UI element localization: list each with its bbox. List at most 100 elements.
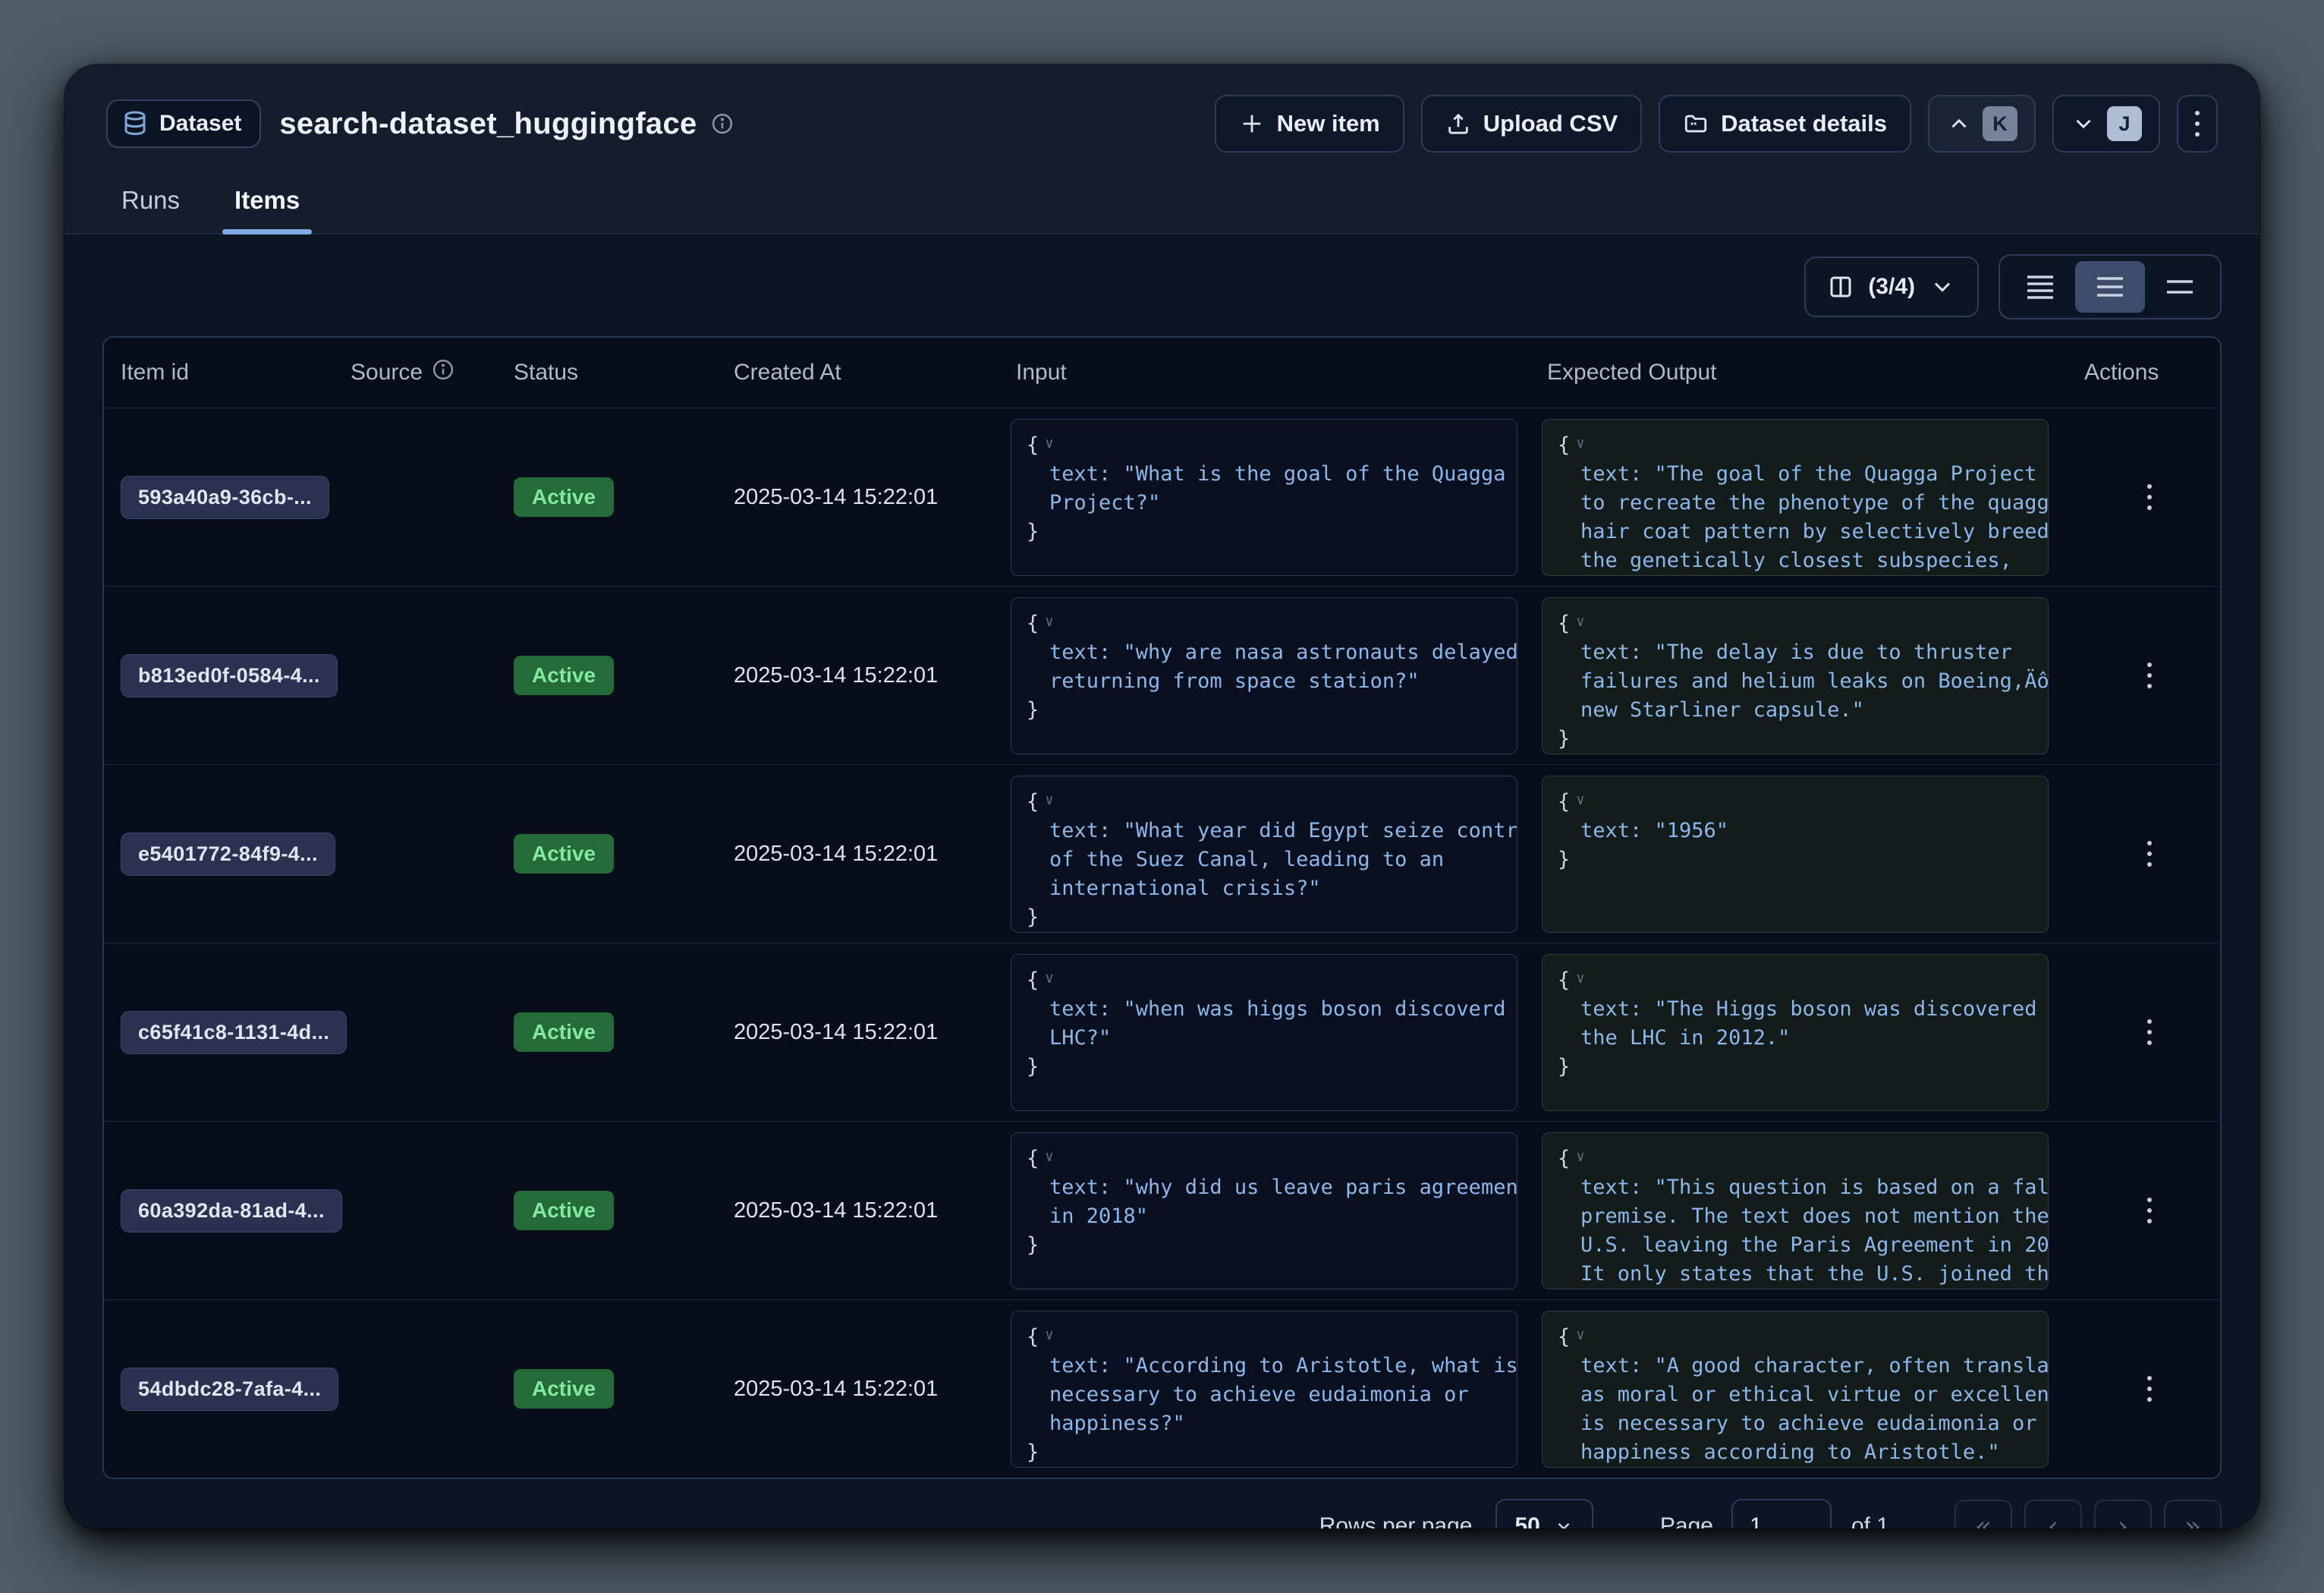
two-lines-icon bbox=[2162, 272, 2197, 302]
col-header-created-at[interactable]: Created At bbox=[715, 360, 997, 386]
expected-output-json-cell[interactable]: {∨text: "The Higgs boson was discovered … bbox=[1542, 954, 2049, 1111]
tab-runs[interactable]: Runs bbox=[109, 178, 192, 233]
status-badge: Active bbox=[514, 1369, 614, 1409]
table-header-row: Item id Source Status Created At Input E… bbox=[104, 338, 2220, 408]
created-at-value: 2025-03-14 15:22:01 bbox=[715, 765, 997, 943]
col-header-expected-output[interactable]: Expected Output bbox=[1528, 360, 2059, 386]
input-json-cell[interactable]: {∨text: "According to Aristotle, what is… bbox=[1011, 1311, 1517, 1468]
new-item-button[interactable]: New item bbox=[1215, 95, 1404, 153]
item-id-pill[interactable]: b813ed0f-0584-4... bbox=[121, 654, 338, 697]
folder-icon bbox=[1683, 111, 1709, 137]
created-at-value: 2025-03-14 15:22:01 bbox=[715, 943, 997, 1121]
next-page-button[interactable]: › bbox=[2094, 1500, 2152, 1528]
row-actions-button[interactable] bbox=[2134, 1195, 2165, 1226]
item-id-pill[interactable]: c65f41c8-1131-4d... bbox=[121, 1011, 347, 1054]
source-cell bbox=[332, 1300, 495, 1478]
item-id-pill[interactable]: 54dbdc28-7afa-4... bbox=[121, 1368, 338, 1411]
page-title: search-dataset_huggingface bbox=[279, 107, 697, 141]
kebab-icon bbox=[2147, 495, 2152, 499]
rows-per-page-value: 50 bbox=[1515, 1513, 1540, 1528]
input-json-cell[interactable]: {∨text: "why are nasa astronauts delayed… bbox=[1011, 597, 1517, 754]
dataset-type-badge: Dataset bbox=[106, 99, 261, 148]
input-json-cell[interactable]: {∨text: "What year did Egypt seize contr… bbox=[1011, 776, 1517, 933]
four-lines-icon bbox=[2023, 272, 2058, 302]
row-actions-button[interactable] bbox=[2134, 838, 2165, 870]
source-cell bbox=[332, 408, 495, 586]
density-compact-option[interactable] bbox=[2005, 261, 2075, 313]
status-badge: Active bbox=[514, 656, 614, 695]
item-id-pill[interactable]: 593a40a9-36cb-... bbox=[121, 476, 329, 519]
table-row[interactable]: c65f41c8-1131-4d... Active 2025-03-14 15… bbox=[104, 943, 2220, 1121]
next-item-shortcut-button[interactable]: J bbox=[2052, 95, 2160, 153]
expected-output-json-cell[interactable]: {∨text: "The goal of the Quagga Project … bbox=[1542, 419, 2049, 576]
dataset-details-button[interactable]: Dataset details bbox=[1659, 95, 1911, 153]
kebab-icon bbox=[2147, 1387, 2152, 1391]
created-at-value: 2025-03-14 15:22:01 bbox=[715, 408, 997, 586]
row-actions-button[interactable] bbox=[2134, 1373, 2165, 1405]
new-item-label: New item bbox=[1277, 110, 1380, 137]
item-id-pill[interactable]: e5401772-84f9-4... bbox=[121, 833, 335, 876]
tab-items[interactable]: Items bbox=[222, 178, 312, 233]
row-actions-button[interactable] bbox=[2134, 481, 2165, 513]
kebab-icon bbox=[2147, 1030, 2152, 1034]
col-header-source[interactable]: Source bbox=[332, 358, 495, 387]
created-at-value: 2025-03-14 15:22:01 bbox=[715, 1122, 997, 1299]
row-density-segmented-control bbox=[1999, 254, 2222, 320]
col-header-actions: Actions bbox=[2059, 360, 2220, 386]
density-medium-option[interactable] bbox=[2075, 261, 2145, 313]
table-row[interactable]: 593a40a9-36cb-... Active 2025-03-14 15:2… bbox=[104, 408, 2220, 586]
kebab-icon bbox=[2147, 673, 2152, 678]
items-table: Item id Source Status Created At Input E… bbox=[102, 336, 2222, 1479]
first-page-button[interactable]: « bbox=[1954, 1500, 2012, 1528]
database-icon bbox=[121, 110, 149, 137]
previous-item-shortcut-button[interactable]: K bbox=[1928, 95, 2036, 153]
columns-visibility-button[interactable]: (3/4) bbox=[1804, 257, 1979, 317]
app-window: Dataset search-dataset_huggingface New i… bbox=[64, 65, 2260, 1528]
pager: « ‹ › » bbox=[1954, 1500, 2222, 1528]
col-header-status[interactable]: Status bbox=[495, 360, 715, 386]
input-json-cell[interactable]: {∨text: "when was higgs boson discoverd … bbox=[1011, 954, 1517, 1111]
tab-bar: Runs Items bbox=[106, 178, 2218, 233]
title-info-icon[interactable] bbox=[711, 112, 734, 135]
table-body: 593a40a9-36cb-... Active 2025-03-14 15:2… bbox=[104, 408, 2220, 1478]
source-cell bbox=[332, 1122, 495, 1299]
plus-icon bbox=[1239, 111, 1265, 137]
col-header-item-id[interactable]: Item id bbox=[104, 360, 332, 386]
dataset-details-label: Dataset details bbox=[1721, 110, 1887, 137]
chevron-down-icon bbox=[1554, 1516, 1574, 1528]
col-header-input[interactable]: Input bbox=[997, 360, 1528, 386]
columns-count-label: (3/4) bbox=[1868, 274, 1915, 300]
previous-page-button[interactable]: ‹ bbox=[2024, 1500, 2082, 1528]
row-actions-button[interactable] bbox=[2134, 660, 2165, 691]
table-row[interactable]: 60a392da-81ad-4... Active 2025-03-14 15:… bbox=[104, 1121, 2220, 1299]
dataset-badge-label: Dataset bbox=[159, 111, 241, 137]
last-page-button[interactable]: » bbox=[2164, 1500, 2222, 1528]
app-header: Dataset search-dataset_huggingface New i… bbox=[64, 65, 2260, 235]
table-controls: (3/4) bbox=[102, 254, 2222, 320]
table-row[interactable]: 54dbdc28-7afa-4... Active 2025-03-14 15:… bbox=[104, 1299, 2220, 1478]
upload-icon bbox=[1445, 111, 1471, 137]
row-actions-button[interactable] bbox=[2134, 1016, 2165, 1048]
input-json-cell[interactable]: {∨text: "What is the goal of the QuaggaP… bbox=[1011, 419, 1517, 576]
expected-output-json-cell[interactable]: {∨text: "The delay is due to thrusterfai… bbox=[1542, 597, 2049, 754]
upload-csv-button[interactable]: Upload CSV bbox=[1421, 95, 1642, 153]
kebab-icon bbox=[2147, 852, 2152, 856]
expected-output-json-cell[interactable]: {∨text: "1956"} bbox=[1542, 776, 2049, 933]
item-id-pill[interactable]: 60a392da-81ad-4... bbox=[121, 1189, 342, 1233]
rows-per-page-select[interactable]: 50 bbox=[1495, 1499, 1593, 1528]
table-row[interactable]: e5401772-84f9-4... Active 2025-03-14 15:… bbox=[104, 764, 2220, 943]
pagination-footer: Rows per page 50 Page of 1 « ‹ › » bbox=[102, 1496, 2222, 1528]
expected-output-json-cell[interactable]: {∨text: "A good character, often transla… bbox=[1542, 1311, 2049, 1468]
source-cell bbox=[332, 587, 495, 764]
page-number-input[interactable] bbox=[1731, 1499, 1832, 1528]
density-tall-option[interactable] bbox=[2145, 261, 2215, 313]
header-more-actions-button[interactable] bbox=[2177, 95, 2218, 153]
source-info-icon[interactable] bbox=[432, 358, 454, 387]
table-row[interactable]: b813ed0f-0584-4... Active 2025-03-14 15:… bbox=[104, 586, 2220, 764]
page-label: Page bbox=[1660, 1513, 1713, 1528]
kebab-icon bbox=[2147, 1208, 2152, 1213]
three-lines-icon bbox=[2093, 272, 2127, 302]
expected-output-json-cell[interactable]: {∨text: "This question is based on a fal… bbox=[1542, 1132, 2049, 1289]
source-cell bbox=[332, 943, 495, 1121]
input-json-cell[interactable]: {∨text: "why did us leave paris agreemen… bbox=[1011, 1132, 1517, 1289]
